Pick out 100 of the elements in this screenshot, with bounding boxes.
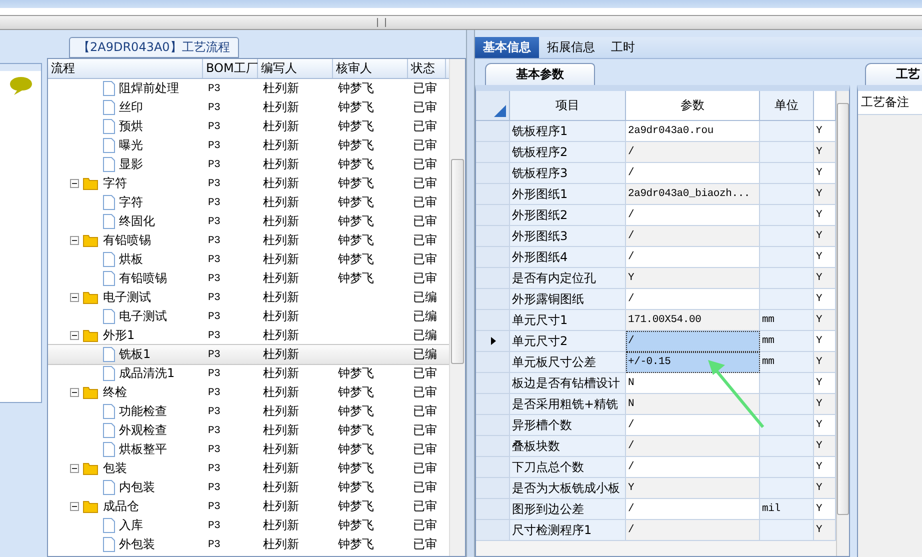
collapse-toggle[interactable] [70,293,79,302]
table-cell-text: 钟梦飞 [337,156,375,173]
speech-bubble-icon[interactable] [8,76,32,96]
folder-icon [83,234,99,247]
tree-row[interactable]: 曝光 P3 杜列新 钟梦飞 已审 [48,136,449,155]
side-tab[interactable]: 工艺 [865,63,922,85]
collapse-toggle[interactable] [70,179,79,188]
tree-row[interactable]: 显影 P3 杜列新 钟梦飞 已审 [48,155,449,174]
table-cell[interactable]: 2a9dr043a0_biaozh... [626,184,760,205]
table-cell[interactable]: 171.00X54.00 [626,310,760,331]
tree-row[interactable]: 有铅喷锡 P3 杜列新 钟梦飞 已审 [48,231,449,250]
tree-item-label: 显影 [119,156,143,173]
tab[interactable]: 拓展信息 [539,37,603,58]
tree-row[interactable]: 成品仓 P3 杜列新 钟梦飞 已审 [48,497,449,516]
column-header[interactable]: 流程 [48,59,203,78]
table-cell[interactable]: / [626,331,760,352]
table-cell-text: 钟梦飞 [337,270,375,287]
table-cell-text: 杜列新 [262,441,300,458]
tree-item-label: 曝光 [119,137,143,154]
table-cell: 是否采用粗铣+精铣 [510,394,626,415]
table-cell[interactable]: +/-0.15 [626,352,760,373]
scrollbar[interactable] [836,91,849,556]
tree-row[interactable]: 丝印 P3 杜列新 钟梦飞 已审 [48,98,449,117]
table-cell[interactable]: / [626,520,760,541]
table-cell: Y [814,205,836,226]
table-cell[interactable]: 2a9dr043a0.rou [626,121,760,142]
tree-row[interactable]: 铣板1 P3 杜列新 已编 [48,345,449,364]
table-cell [760,163,814,184]
tree-row[interactable]: 外形1 P3 杜列新 已编 [48,326,449,345]
collapse-toggle[interactable] [70,236,79,245]
table-cell[interactable]: / [626,163,760,184]
file-icon [103,366,115,381]
table-cell [760,184,814,205]
column-header[interactable]: BOM工厂 [203,59,258,78]
table-cell[interactable]: / [626,142,760,163]
row-header[interactable] [476,331,510,352]
tree-row[interactable]: 外观检查 P3 杜列新 钟梦飞 已审 [48,421,449,440]
table-cell: Y [814,478,836,499]
tab[interactable]: 工时 [603,37,643,58]
column-header[interactable]: 项目 [510,91,626,121]
table-cell-text: 杜列新 [262,403,300,420]
table-cell: Y [814,352,836,373]
tree-row[interactable]: 成品清洗1 P3 杜列新 钟梦飞 已审 [48,364,449,383]
tree-row[interactable]: 阻焊前处理 P3 杜列新 钟梦飞 已审 [48,79,449,98]
table-cell: Y [814,394,836,415]
tree-row[interactable]: 电子测试 P3 杜列新 已编 [48,288,449,307]
table-cell[interactable]: / [626,436,760,457]
corner-header[interactable] [476,91,510,121]
table-cell[interactable]: / [626,415,760,436]
table-cell-text: 杜列新 [262,327,300,344]
table-cell: 铣板程序3 [510,163,626,184]
scrollbar[interactable] [449,59,465,556]
sub-tab[interactable]: 基本参数 [485,63,595,85]
table-cell-text: P3 [207,196,222,208]
column-header[interactable]: 参数 [626,91,760,121]
collapse-toggle[interactable] [70,331,79,340]
table-cell[interactable]: / [626,205,760,226]
tree-row[interactable]: 电子测试 P3 杜列新 已编 [48,307,449,326]
tab[interactable]: 基本信息 [475,37,539,58]
table-cell-text: 已编 [412,308,438,325]
column-header[interactable]: 单位 [760,91,814,121]
column-header[interactable]: 编写人 [258,59,333,78]
tree-row[interactable]: 烘板 P3 杜列新 钟梦飞 已审 [48,250,449,269]
file-icon [103,119,115,134]
tree-row[interactable]: 功能检查 P3 杜列新 钟梦飞 已审 [48,402,449,421]
tree-row[interactable]: 字符 P3 杜列新 钟梦飞 已审 [48,193,449,212]
table-cell[interactable]: Y [626,268,760,289]
column-header[interactable]: 状态 [408,59,446,78]
table-cell-text: P3 [207,272,222,284]
table-cell: 外形露铜图纸 [510,289,626,310]
tree-row[interactable]: 入库 P3 杜列新 钟梦飞 已审 [48,516,449,535]
tree-row[interactable]: 字符 P3 杜列新 钟梦飞 已审 [48,174,449,193]
table-cell[interactable]: N [626,394,760,415]
collapse-toggle[interactable] [70,502,79,511]
table-cell-text: 杜列新 [262,156,300,173]
tree-row[interactable]: 烘板整平 P3 杜列新 钟梦飞 已审 [48,440,449,459]
tree-row[interactable]: 终检 P3 杜列新 钟梦飞 已审 [48,383,449,402]
table-cell[interactable]: Y [626,478,760,499]
table-cell-text: 钟梦飞 [337,460,375,477]
column-header[interactable]: 核审人 [333,59,408,78]
table-cell-text: P3 [207,368,222,380]
tree-row[interactable]: 外包装 P3 杜列新 钟梦飞 已审 [48,535,449,554]
tree-row[interactable]: 预烘 P3 杜列新 钟梦飞 已审 [48,117,449,136]
column-header[interactable] [814,91,836,121]
file-icon [103,347,115,362]
tree-row[interactable]: 内包装 P3 杜列新 钟梦飞 已审 [48,478,449,497]
collapse-toggle[interactable] [70,464,79,473]
tree-row[interactable]: 包装 P3 杜列新 钟梦飞 已审 [48,459,449,478]
splitter-grip[interactable] [377,18,386,27]
tree-row[interactable]: 终固化 P3 杜列新 钟梦飞 已审 [48,212,449,231]
table-cell[interactable]: / [626,247,760,268]
table-cell[interactable]: / [626,289,760,310]
table-cell-text: P3 [207,462,222,474]
table-cell[interactable]: / [626,226,760,247]
table-cell[interactable]: N [626,373,760,394]
collapse-toggle[interactable] [70,388,79,397]
tree-row[interactable]: 有铅喷锡 P3 杜列新 钟梦飞 已审 [48,269,449,288]
table-cell[interactable]: / [626,457,760,478]
table-cell[interactable]: / [626,499,760,520]
table-cell-text: 杜列新 [262,99,300,116]
